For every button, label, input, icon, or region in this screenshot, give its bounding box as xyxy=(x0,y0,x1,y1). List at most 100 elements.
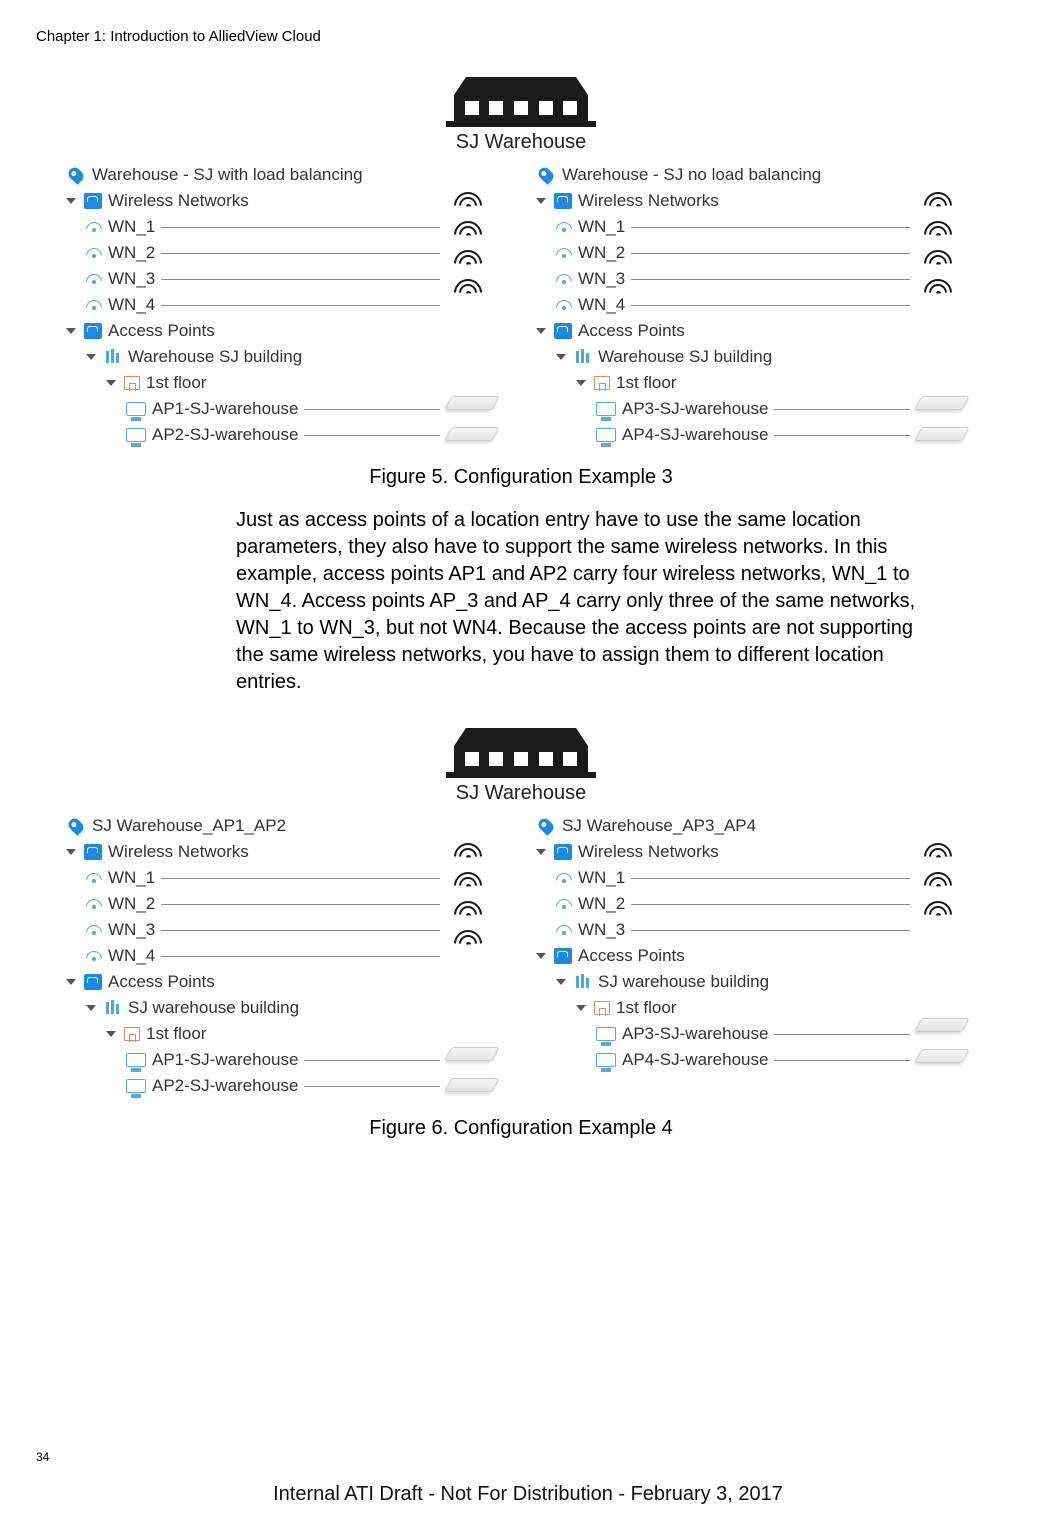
caret-icon xyxy=(556,354,566,360)
access-points-label: Access Points xyxy=(578,946,685,966)
networks-icon xyxy=(554,844,572,860)
networks-icon xyxy=(554,948,572,964)
connector-line xyxy=(631,279,910,280)
ap-icon xyxy=(126,1079,146,1093)
access-points-label: Access Points xyxy=(108,972,215,992)
building-icon xyxy=(104,1000,122,1016)
caret-icon xyxy=(86,1005,96,1011)
building-label: Warehouse SJ building xyxy=(128,347,302,367)
connector-line xyxy=(631,305,910,306)
connector-line xyxy=(631,904,910,905)
wn-item: WN_2 xyxy=(108,243,155,263)
wn-item: WN_2 xyxy=(578,243,625,263)
figure-6-caption: Figure 6. Configuration Example 4 xyxy=(36,1117,1006,1140)
wifi-icon xyxy=(556,273,572,285)
networks-icon xyxy=(84,974,102,990)
caret-icon xyxy=(86,354,96,360)
warehouse-building-1: SJ Warehouse xyxy=(36,77,1006,154)
wifi-target-icon xyxy=(454,901,482,923)
caret-icon xyxy=(536,849,546,855)
access-points-label: Access Points xyxy=(108,321,215,341)
chapter-header: Chapter 1: Introduction to AlliedView Cl… xyxy=(36,28,1006,45)
caret-icon xyxy=(66,849,76,855)
wifi-target-icon xyxy=(924,901,952,923)
device-icon xyxy=(914,396,969,410)
wifi-icon xyxy=(86,872,102,884)
wifi-icon xyxy=(556,924,572,936)
ap-icon xyxy=(596,428,616,442)
connector-line xyxy=(631,930,910,931)
wireless-networks-label: Wireless Networks xyxy=(108,191,249,211)
wifi-target-icon xyxy=(454,279,482,301)
ap-item: AP1-SJ-warehouse xyxy=(152,1050,298,1070)
connector-line xyxy=(304,1060,440,1061)
location-label: Warehouse - SJ no load balancing xyxy=(562,165,821,185)
wifi-icon xyxy=(556,299,572,311)
connector-line xyxy=(161,878,440,879)
connector-line xyxy=(161,930,440,931)
pin-icon xyxy=(536,165,556,185)
ap-icon xyxy=(596,402,616,416)
ap-item: AP2-SJ-warehouse xyxy=(152,425,298,445)
wn-item: WN_3 xyxy=(578,920,625,940)
connector-line xyxy=(631,253,910,254)
figure-5-caption: Figure 5. Configuration Example 3 xyxy=(36,466,1006,489)
wifi-icon xyxy=(86,924,102,936)
wn-item: WN_2 xyxy=(578,894,625,914)
caret-icon xyxy=(576,1005,586,1011)
wireless-networks-label: Wireless Networks xyxy=(578,191,719,211)
connector-line xyxy=(161,253,440,254)
ap-item: AP3-SJ-warehouse xyxy=(622,1024,768,1044)
device-icon xyxy=(444,396,499,410)
ap-item: AP4-SJ-warehouse xyxy=(622,425,768,445)
connector-line xyxy=(631,227,910,228)
wn-item: WN_1 xyxy=(578,868,625,888)
pin-icon xyxy=(66,816,86,836)
location-label: SJ Warehouse_AP3_AP4 xyxy=(562,816,756,836)
page-number: 34 xyxy=(36,1450,49,1464)
ap-item: AP2-SJ-warehouse xyxy=(152,1076,298,1096)
connector-line xyxy=(161,227,440,228)
caret-icon xyxy=(576,380,586,386)
wireless-networks-label: Wireless Networks xyxy=(578,842,719,862)
connector-line xyxy=(774,1034,910,1035)
wn-item: WN_1 xyxy=(108,868,155,888)
caret-icon xyxy=(536,198,546,204)
wn-item: WN_4 xyxy=(108,295,155,315)
device-icon xyxy=(914,1018,969,1032)
caret-icon xyxy=(66,328,76,334)
networks-icon xyxy=(84,323,102,339)
building-label: SJ warehouse building xyxy=(598,972,769,992)
wifi-target-icon xyxy=(924,221,952,243)
wifi-target-icon xyxy=(454,930,482,952)
warehouse-building-2: SJ Warehouse xyxy=(36,728,1006,805)
connector-line xyxy=(161,279,440,280)
access-points-label: Access Points xyxy=(578,321,685,341)
ap-item: AP3-SJ-warehouse xyxy=(622,399,768,419)
warehouse-label: SJ Warehouse xyxy=(36,131,1006,154)
connector-line xyxy=(161,305,440,306)
caret-icon xyxy=(106,1031,116,1037)
wn-item: WN_2 xyxy=(108,894,155,914)
wifi-target-icon xyxy=(454,250,482,272)
floor-label: 1st floor xyxy=(616,373,676,393)
body-paragraph: Just as access points of a location entr… xyxy=(236,507,1006,696)
floor-icon xyxy=(594,376,610,390)
caret-icon xyxy=(66,979,76,985)
networks-icon xyxy=(84,844,102,860)
device-icon xyxy=(914,427,969,441)
wireless-networks-label: Wireless Networks xyxy=(108,842,249,862)
wifi-icon xyxy=(86,898,102,910)
wn-item: WN_1 xyxy=(108,217,155,237)
ap-icon xyxy=(596,1027,616,1041)
wifi-icon xyxy=(86,247,102,259)
connector-line xyxy=(631,878,910,879)
connector-line xyxy=(774,435,910,436)
ap-icon xyxy=(596,1053,616,1067)
wifi-target-icon xyxy=(924,279,952,301)
building-icon xyxy=(574,349,592,365)
wifi-icon xyxy=(86,950,102,962)
wifi-icon xyxy=(86,221,102,233)
connector-line xyxy=(774,409,910,410)
wifi-target-icon xyxy=(924,192,952,214)
